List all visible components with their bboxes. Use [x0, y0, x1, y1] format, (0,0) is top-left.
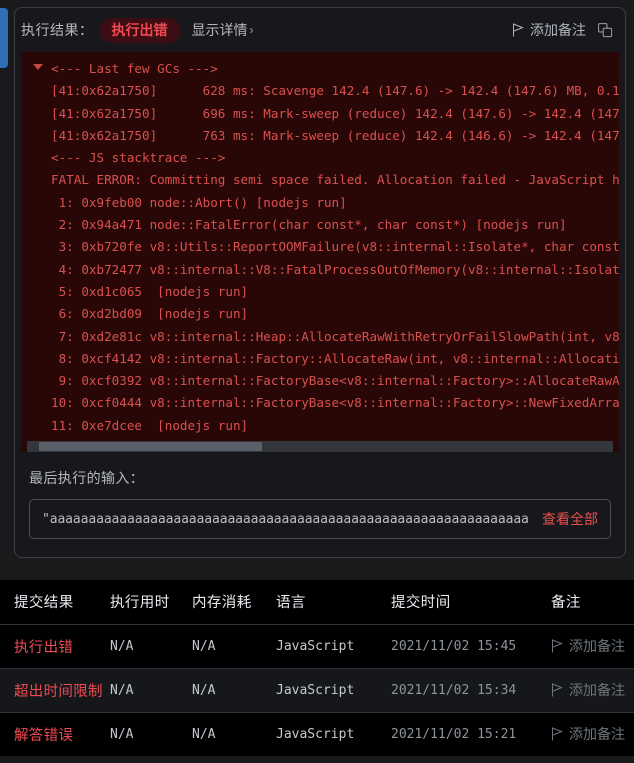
- submission-time: 2021/11/02 15:34: [391, 683, 517, 698]
- submissions-table-head: 提交结果 执行用时 内存消耗 语言 提交时间 备注: [0, 580, 634, 624]
- row-add-note-label: 添加备注: [569, 726, 625, 743]
- add-note-button[interactable]: 添加备注: [512, 20, 586, 40]
- log-line: FATAL ERROR: Committing semi space faile…: [51, 172, 619, 188]
- log-line: 1: 0x9feb00 node::Abort() [nodejs run]: [51, 194, 347, 210]
- submission-memory: N/A: [192, 639, 216, 654]
- log-line: [41:0x62a1750] 628 ms: Scavenge 142.4 (1…: [51, 83, 619, 99]
- log-line: 11: 0xe7dcee [nodejs run]: [51, 417, 249, 433]
- result-card-header: 执行结果： 执行出错 显示详情 › 添加备注: [15, 8, 625, 52]
- log-line: 9: 0xcf0392 v8::internal::FactoryBase<v8…: [58, 373, 619, 389]
- submission-memory: N/A: [192, 683, 216, 698]
- console-horizontal-scrollbar[interactable]: [27, 441, 613, 452]
- column-header-memory: 内存消耗: [192, 595, 252, 612]
- error-console-content: <--- Last few GCs ---> [41:0x62a1750] 62…: [21, 52, 619, 452]
- column-header-note: 备注: [551, 595, 581, 612]
- view-all-link[interactable]: 查看全部: [542, 509, 598, 529]
- log-line: 7: 0xd2e81c v8::internal::Heap::Allocate…: [58, 328, 619, 344]
- row-add-note-label: 添加备注: [569, 638, 625, 654]
- log-line: 2: 0x94a471 node::FatalError(char const*…: [51, 217, 567, 233]
- row-add-note-button[interactable]: 添加备注: [551, 636, 634, 656]
- table-row[interactable]: 超出时间限制 N/A N/A JavaScript 2021/11/02 15:…: [0, 668, 634, 712]
- submissions-table-body: 执行出错 N/A N/A JavaScript 2021/11/02 15:45: [0, 624, 634, 756]
- log-line: 10: 0xcf0444 v8::internal::FactoryBase<v…: [51, 395, 619, 411]
- log-line: 8: 0xcf4142 v8::internal::Factory::Alloc…: [58, 350, 619, 366]
- copy-icon[interactable]: [598, 22, 613, 38]
- submissions-table: 提交结果 执行用时 内存消耗 语言 提交时间 备注 执行出错 N/A N/A J…: [0, 580, 634, 756]
- execution-result-label: 执行结果：: [21, 22, 94, 38]
- submission-language: JavaScript: [276, 727, 355, 743]
- submission-runtime: N/A: [110, 683, 134, 698]
- log-line: <--- JS stacktrace --->: [51, 150, 226, 166]
- table-row[interactable]: 执行出错 N/A N/A JavaScript 2021/11/02 15:45: [0, 624, 634, 668]
- column-header-submitted: 提交时间: [391, 595, 451, 612]
- execution-result-page: 执行结果： 执行出错 显示详情 › 添加备注 <--- Last few GCs…: [0, 0, 634, 763]
- column-header-language: 语言: [276, 595, 306, 612]
- show-details-label: 显示详情: [191, 22, 248, 38]
- flag-icon: [551, 727, 564, 741]
- chevron-right-icon: ›: [249, 23, 254, 37]
- submission-runtime: N/A: [110, 639, 134, 654]
- table-row[interactable]: 解答错误 N/A N/A JavaScript 2021/11/02 15:21: [0, 712, 634, 756]
- console-scrollbar-thumb[interactable]: [39, 442, 262, 451]
- submission-time: 2021/11/02 15:45: [391, 639, 517, 654]
- add-note-label: 添加备注: [530, 22, 586, 38]
- left-accent-bar: [0, 8, 8, 68]
- error-console[interactable]: <--- Last few GCs ---> [41:0x62a1750] 62…: [21, 52, 619, 452]
- last-input-value: "aaaaaaaaaaaaaaaaaaaaaaaaaaaaaaaaaaaaaaa…: [42, 511, 528, 527]
- submission-memory: N/A: [192, 727, 216, 743]
- column-header-result: 提交结果: [14, 595, 74, 612]
- log-line: 3: 0xb720fe v8::Utils::ReportOOMFailure(…: [58, 239, 619, 255]
- execution-result-card: 执行结果： 执行出错 显示详情 › 添加备注 <--- Last few GCs…: [14, 7, 626, 558]
- log-line: 5: 0xd1c065 [nodejs run]: [51, 283, 249, 299]
- submission-language: JavaScript: [276, 683, 355, 698]
- submission-result-link[interactable]: 超出时间限制: [14, 684, 103, 700]
- column-header-runtime: 执行用时: [110, 595, 170, 612]
- log-line: 4: 0xb72477 v8::internal::V8::FatalProce…: [58, 261, 619, 277]
- row-add-note-button[interactable]: 添加备注: [551, 724, 634, 744]
- table-header-row: 提交结果 执行用时 内存消耗 语言 提交时间 备注: [0, 580, 634, 624]
- last-input-box[interactable]: "aaaaaaaaaaaaaaaaaaaaaaaaaaaaaaaaaaaaaaa…: [29, 499, 611, 539]
- submission-result-link[interactable]: 解答错误: [14, 728, 73, 744]
- submission-result-link[interactable]: 执行出错: [14, 640, 73, 656]
- status-badge: 执行出错: [99, 17, 180, 43]
- submission-runtime: N/A: [110, 727, 134, 743]
- submission-language: JavaScript: [276, 639, 355, 654]
- last-input-label: 最后执行的输入：: [29, 470, 145, 486]
- show-details-link[interactable]: 显示详情 ›: [192, 20, 254, 40]
- flag-icon: [512, 23, 525, 37]
- flag-icon: [551, 639, 564, 653]
- flag-icon: [551, 683, 564, 697]
- log-line: [41:0x62a1750] 696 ms: Mark-sweep (reduc…: [51, 105, 619, 121]
- log-line: <--- Last few GCs --->: [51, 61, 218, 76]
- log-line: [41:0x62a1750] 763 ms: Mark-sweep (reduc…: [51, 127, 619, 143]
- log-line: 6: 0xd2bd09 [nodejs run]: [51, 306, 249, 322]
- row-add-note-label: 添加备注: [569, 682, 625, 698]
- row-add-note-button[interactable]: 添加备注: [551, 680, 634, 700]
- submission-time: 2021/11/02 15:21: [391, 727, 517, 743]
- submissions-table-zone: 提交结果 执行用时 内存消耗 语言 提交时间 备注 执行出错 N/A N/A J…: [0, 580, 634, 756]
